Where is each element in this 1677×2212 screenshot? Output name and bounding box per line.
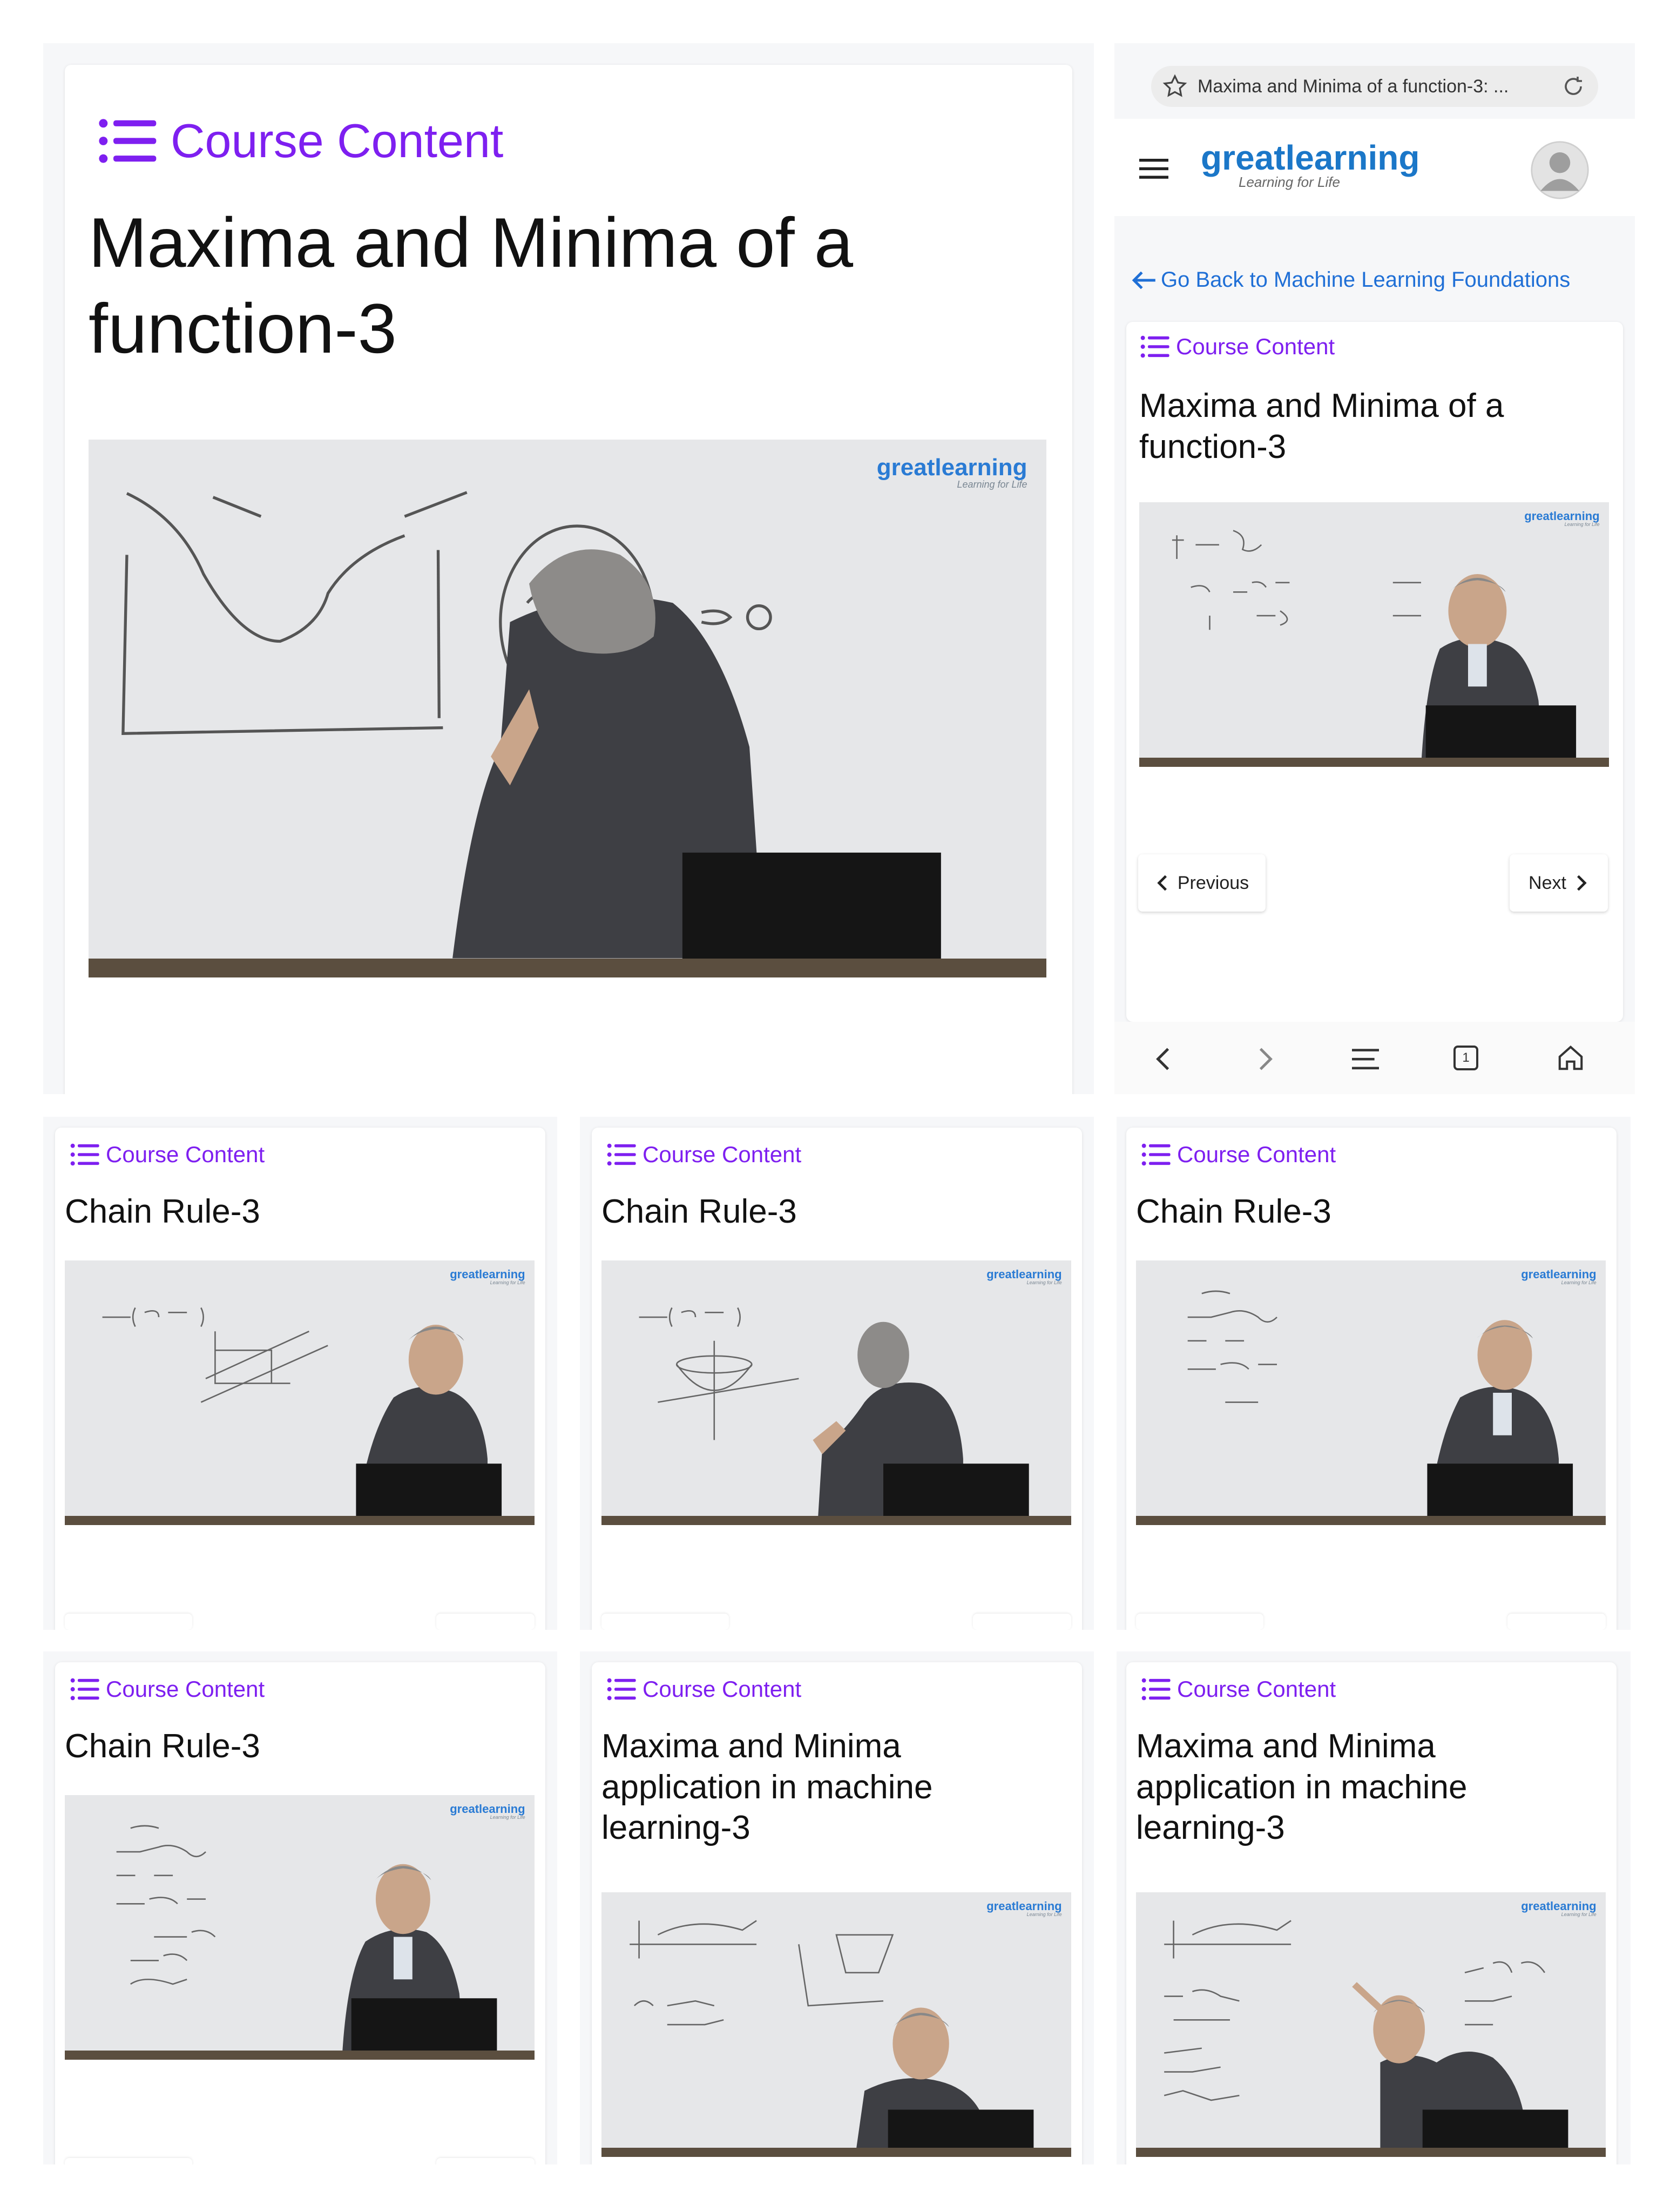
grid-panel-2: Course Content Chain Rule-3 greatlearnin… [580,1117,1094,1630]
lesson-card: Course Content Maxima and Minima applica… [1126,1662,1617,2164]
lesson-video[interactable]: greatlearning Learning for Life [65,1260,535,1525]
home-icon[interactable] [1556,1043,1585,1073]
whiteboard-scene [121,491,941,977]
phone-screenshot-panel: Maxima and Minima of a function-3: ... g… [1114,43,1635,1094]
grid-panel-6: Course Content Maxima and Minima applica… [1117,1651,1631,2164]
arrow-left-icon [1132,271,1155,289]
grid-panel-5: Course Content Maxima and Minima applica… [580,1651,1094,2164]
list-icon [70,1678,99,1701]
chevron-left-icon [1157,875,1167,891]
tabs-menu-icon[interactable] [1352,1047,1379,1071]
course-content-link[interactable]: Course Content [1141,1142,1336,1168]
phone-lesson-card: Course Content Maxima and Minima of a fu… [1126,322,1623,1022]
lesson-card: Course Content Chain Rule-3 greatlearnin… [55,1662,545,2164]
lesson-video[interactable]: greatlearning Learning for Life [1136,1892,1606,2157]
course-content-label: Course Content [171,114,504,167]
tabs-icon[interactable]: 1 [1453,1046,1478,1070]
list-icon [607,1678,636,1701]
back-link[interactable]: Go Back to Machine Learning Foundations [1131,268,1570,292]
lesson-card: Course Content Chain Rule-3 greatlearnin… [55,1128,545,1630]
grid-panel-3: Course Content Chain Rule-3 greatlearnin… [1117,1117,1631,1630]
lesson-card: Course Content Maxima and Minima applica… [592,1662,1082,2164]
lesson-title: Maxima and Minima of a function-3 [1139,387,1504,466]
back-icon[interactable] [1152,1046,1174,1073]
avatar-icon[interactable] [1530,140,1590,200]
brand-logo[interactable]: greatlearning Learning for Life [1201,140,1419,189]
video-floor [89,959,1046,977]
menu-icon[interactable] [1139,157,1168,180]
course-content-link[interactable]: Course Content [70,1142,265,1168]
lesson-video[interactable]: greatlearning Learning for Life [89,440,1046,977]
lesson-title: Maxima and Minima of a function-3 [89,203,854,368]
lesson-card: Course Content Chain Rule-3 greatlearnin… [1126,1128,1617,1630]
chevron-right-icon [1577,875,1587,891]
previous-button[interactable]: Previous [1138,854,1266,912]
lesson-title: Maxima and Minima application in machine… [601,1728,933,1847]
lesson-video[interactable]: greatlearning Learning for Life [1136,1260,1606,1525]
lesson-video[interactable]: greatlearning Learning for Life [65,1795,535,2060]
list-icon [1141,1678,1171,1701]
url-text: Maxima and Minima of a function-3: ... [1198,76,1509,97]
lesson-video[interactable]: greatlearning Learning for Life [1139,502,1609,767]
list-icon [607,1143,636,1166]
list-icon [1141,1143,1171,1166]
lesson-title: Chain Rule-3 [601,1193,797,1230]
course-content-link[interactable]: Course Content [1140,334,1335,360]
list-icon [99,119,157,163]
course-content-link[interactable]: Course Content [1141,1676,1336,1702]
reload-icon[interactable] [1560,73,1586,99]
star-icon[interactable] [1162,73,1188,99]
forward-icon[interactable] [1255,1046,1276,1073]
course-content-link[interactable]: Course Content [607,1676,801,1702]
grid-panel-4: Course Content Chain Rule-3 greatlearnin… [43,1651,557,2164]
video-brand-logo: greatlearning Learning for Life [876,454,1027,490]
app-header: greatlearning Learning for Life [1114,119,1635,216]
lesson-card: Course Content Chain Rule-3 greatlearnin… [592,1128,1082,1630]
lesson-title: Maxima and Minima application in machine… [1136,1728,1468,1847]
lesson-title: Chain Rule-3 [65,1193,260,1230]
lesson-title: Chain Rule-3 [1136,1193,1331,1230]
main-screenshot-panel: Course Content Maxima and Minima of a fu… [43,43,1094,1094]
course-content-link[interactable]: Course Content [607,1142,801,1168]
url-bar[interactable]: Maxima and Minima of a function-3: ... [1151,66,1598,107]
course-content-link[interactable]: Course Content [98,113,503,168]
lesson-video[interactable]: greatlearning Learning for Life [601,1260,1071,1525]
browser-bottom-bar: 1 [1114,1022,1635,1094]
list-icon [1140,335,1169,358]
main-lesson-card: Course Content Maxima and Minima of a fu… [65,65,1072,1094]
grid-panel-1: Course Content Chain Rule-3 greatlearnin… [43,1117,557,1630]
video-brand-logo: greatlearning Learning for Life [1524,509,1600,527]
lesson-video[interactable]: greatlearning Learning for Life [601,1892,1071,2157]
lesson-title: Chain Rule-3 [65,1728,260,1765]
course-content-link[interactable]: Course Content [70,1676,265,1702]
list-icon [70,1143,99,1166]
next-button[interactable]: Next [1510,854,1608,912]
